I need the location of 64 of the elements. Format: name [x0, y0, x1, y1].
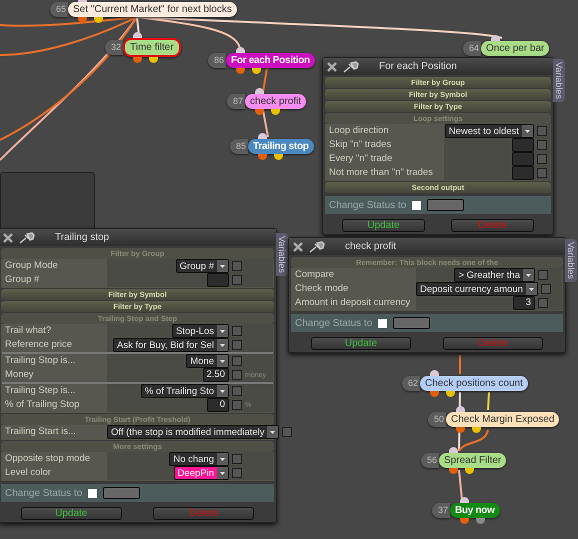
block-label[interactable]: Time filter — [123, 38, 181, 57]
block-label[interactable]: Set "Current Market" for next blocks — [68, 2, 237, 17]
variables-tab[interactable]: Variables — [276, 233, 288, 276]
setting-label: Check mode — [292, 282, 416, 296]
block-number: 37 — [432, 503, 450, 518]
setting-label: Trailing Stop is... — [2, 354, 107, 368]
dropdown[interactable]: Deposit currency amoun — [416, 282, 538, 296]
block-number: 56 — [421, 453, 440, 468]
dropdown[interactable]: % of Trailing Sto — [140, 384, 229, 398]
dropdown[interactable]: Group # — [176, 259, 229, 273]
update-button[interactable]: Update — [20, 507, 122, 520]
block-label[interactable]: Trailing stop — [248, 139, 314, 154]
block-number: 85 — [230, 139, 248, 154]
block-number: 87 — [227, 94, 246, 109]
setting-label: Group Mode — [2, 259, 107, 273]
setting-label: Group # — [2, 273, 107, 287]
block-number: 86 — [208, 53, 226, 68]
variables-tab[interactable]: Variables — [553, 59, 565, 102]
status-label: Change Status to — [5, 488, 82, 498]
setting-label: Skip "n" trades — [326, 138, 444, 152]
update-button[interactable]: Update — [342, 219, 425, 232]
dropdown[interactable]: Stop-Los — [172, 324, 229, 338]
window-title: Trailing stop — [55, 232, 110, 243]
block-label[interactable]: Spread Filter — [439, 453, 506, 468]
block-number: 32 — [105, 40, 124, 55]
setting-label: Trail what? — [2, 324, 107, 338]
window-title: For each Position — [379, 61, 457, 72]
dropdown[interactable]: DeepPin — [174, 466, 229, 480]
setting-label: Opposite stop mode — [2, 452, 107, 466]
block-label[interactable]: Buy now — [450, 503, 500, 518]
update-button[interactable]: Update — [310, 337, 412, 350]
status-label: Change Status to — [295, 318, 372, 328]
dropdown[interactable]: > Greather tha — [454, 268, 535, 282]
block-label[interactable]: Check Margin Exposed — [446, 412, 560, 427]
setting-label: Not more than "n" trades — [326, 166, 444, 180]
block-number: 50 — [428, 412, 446, 427]
setting-label: Trailing Start is... — [2, 425, 107, 439]
setting-label: Level color — [2, 466, 107, 480]
dropdown[interactable]: Off (the stop is modified immediately — [107, 425, 280, 439]
status-label: Change Status to — [329, 200, 406, 210]
block-number: 64 — [463, 41, 482, 56]
number-field[interactable]: 2.50 — [202, 368, 229, 382]
block-label[interactable]: check profit — [245, 94, 306, 109]
setting-label: Trailing Step is... — [2, 384, 107, 398]
variables-tab[interactable]: Variables — [565, 239, 577, 282]
dropdown[interactable]: Ask for Buy, Bid for Sel — [113, 338, 229, 352]
block-number: 65 — [50, 2, 68, 17]
setting-label: Loop direction — [326, 124, 444, 138]
block-label[interactable]: For each Position — [226, 53, 315, 68]
setting-label: Compare — [292, 268, 416, 282]
setting-label: Money — [2, 368, 107, 382]
setting-label: Amount in deposit currency — [292, 296, 416, 310]
dropdown[interactable]: Mone — [186, 354, 229, 368]
setting-label: Reference price — [2, 338, 107, 352]
block-label[interactable]: Check positions count — [420, 376, 528, 391]
number-field[interactable]: 0 — [207, 398, 229, 412]
number-field[interactable]: 3 — [513, 296, 535, 310]
setting-label: Every "n" trade — [326, 152, 444, 166]
dropdown[interactable]: No chang — [169, 452, 229, 466]
window-title: check profit — [345, 241, 396, 252]
dropdown[interactable]: Newest to oldest — [444, 124, 534, 138]
block-label[interactable]: Once per bar — [481, 41, 550, 56]
block-number: 62 — [402, 376, 420, 391]
setting-label: % of Trailing Stop — [2, 398, 107, 412]
